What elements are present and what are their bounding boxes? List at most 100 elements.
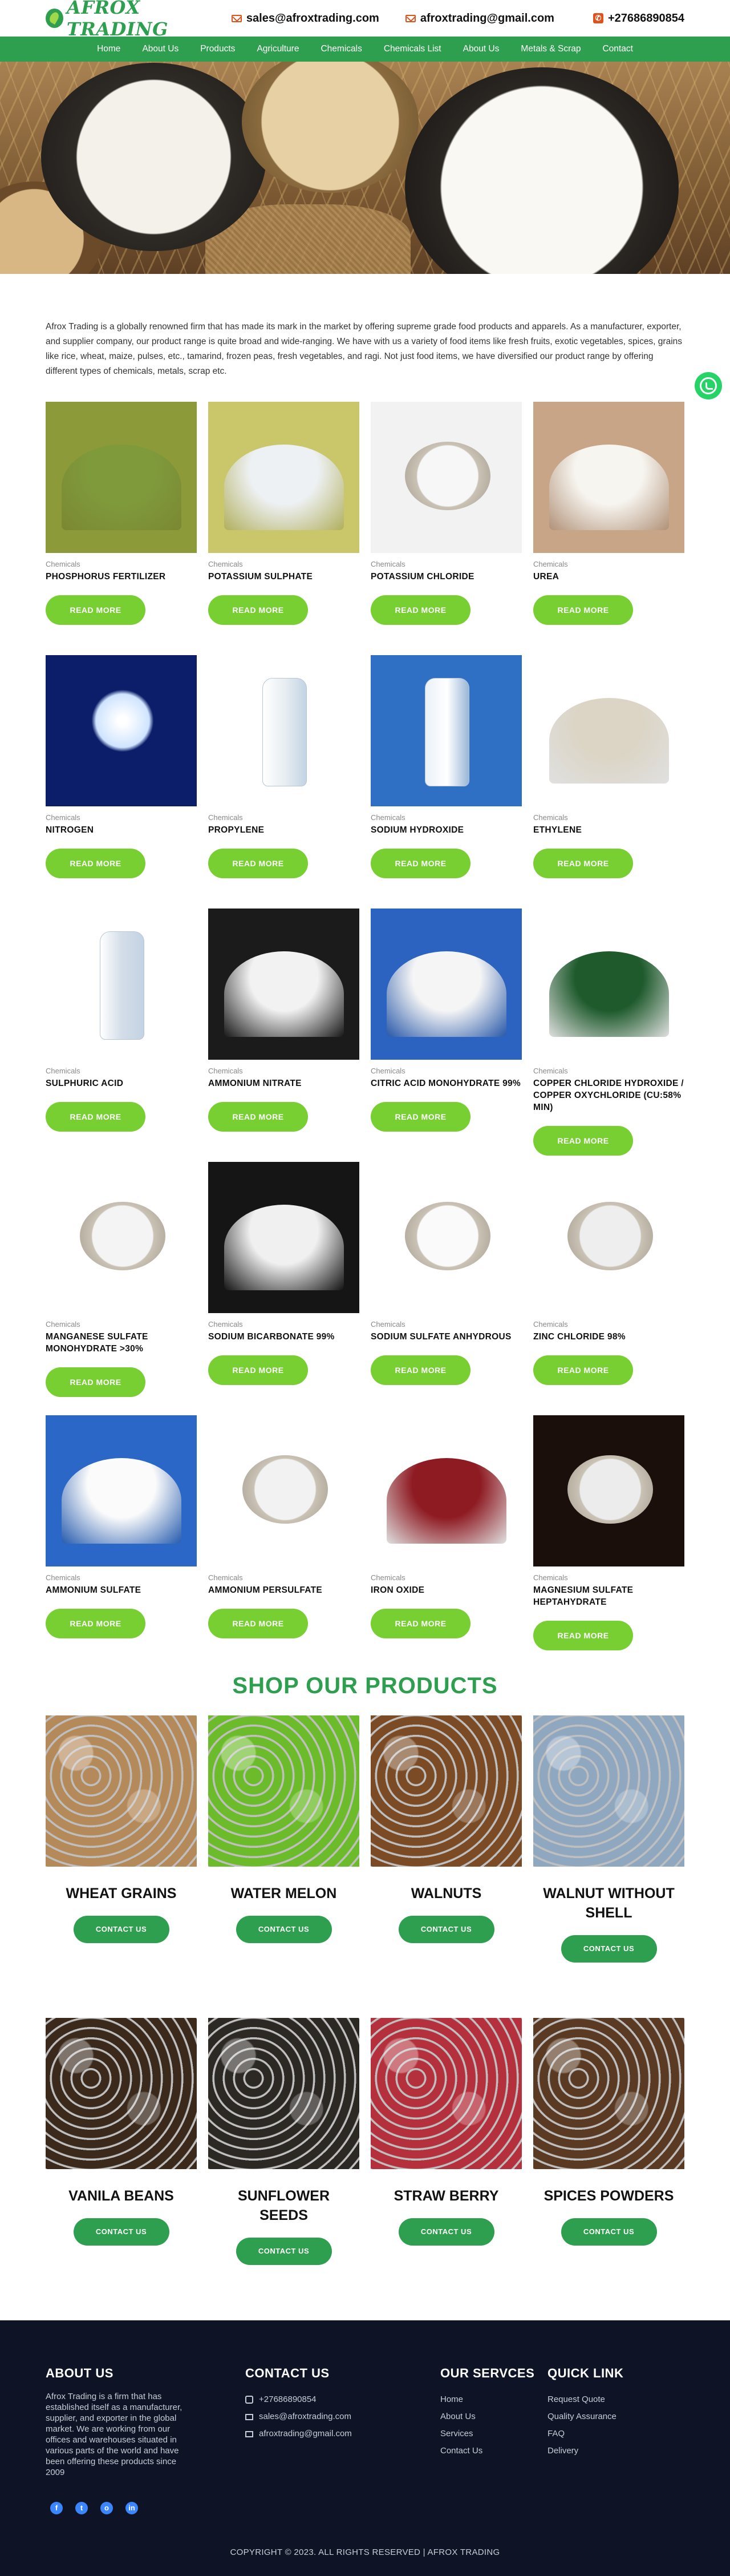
nav-item-products[interactable]: Products [189,37,246,62]
contact-us-button[interactable]: CONTACT US [73,1916,169,1943]
contact-us-button[interactable]: CONTACT US [73,2218,169,2246]
read-more-button[interactable]: READ MORE [46,595,145,625]
product-image[interactable] [46,1415,197,1566]
product-category[interactable]: Chemicals [533,813,684,822]
shop-product-image[interactable] [208,2018,359,2169]
footer-quick-link-delivery[interactable]: Delivery [548,2442,662,2460]
product-name[interactable]: ETHYLENE [533,824,684,836]
product-category[interactable]: Chemicals [371,1067,522,1075]
product-image[interactable] [371,909,522,1060]
product-image[interactable] [371,1415,522,1566]
read-more-button[interactable]: READ MORE [46,1102,145,1132]
read-more-button[interactable]: READ MORE [533,1126,633,1156]
shop-product-image[interactable] [46,2018,197,2169]
footer-services-link-home[interactable]: Home [440,2391,537,2408]
product-name[interactable]: CITRIC ACID MONOHYDRATE 99% [371,1077,522,1089]
nav-item-metals-scrap[interactable]: Metals & Scrap [510,37,591,62]
product-image[interactable] [371,655,522,806]
shop-product-image[interactable] [208,1715,359,1867]
product-image[interactable] [208,655,359,806]
read-more-button[interactable]: READ MORE [46,1367,145,1397]
read-more-button[interactable]: READ MORE [533,849,633,878]
product-name[interactable]: SODIUM BICARBONATE 99% [208,1331,359,1343]
product-category[interactable]: Chemicals [208,1573,359,1582]
nav-item-about-us-2[interactable]: About Us [452,37,510,62]
product-name[interactable]: SULPHURIC ACID [46,1077,197,1089]
product-image[interactable] [46,655,197,806]
facebook-icon[interactable]: f [50,2502,63,2514]
shop-product-image[interactable] [371,1715,522,1867]
read-more-button[interactable]: READ MORE [208,595,308,625]
product-image[interactable] [46,1162,197,1313]
read-more-button[interactable]: READ MORE [533,595,633,625]
product-name[interactable]: COPPER CHLORIDE HYDROXIDE / COPPER OXYCH… [533,1077,684,1113]
product-image[interactable] [371,1162,522,1313]
product-name[interactable]: ZINC CHLORIDE 98% [533,1331,684,1343]
footer-services-link-about-us[interactable]: About Us [440,2408,537,2425]
product-image[interactable] [371,402,522,553]
site-logo[interactable]: AFROX TRADING [46,0,232,40]
product-category[interactable]: Chemicals [208,813,359,822]
nav-item-chemicals-list[interactable]: Chemicals List [373,37,452,62]
product-name[interactable]: AMMONIUM NITRATE [208,1077,359,1089]
read-more-button[interactable]: READ MORE [371,595,471,625]
product-image[interactable] [533,1415,684,1566]
shop-product-image[interactable] [533,1715,684,1867]
instagram-icon[interactable]: o [100,2502,113,2514]
product-category[interactable]: Chemicals [533,1573,684,1582]
read-more-button[interactable]: READ MORE [533,1621,633,1650]
product-name[interactable]: PROPYLENE [208,824,359,836]
read-more-button[interactable]: READ MORE [371,1355,471,1385]
product-name[interactable]: UREA [533,571,684,583]
footer-email-primary[interactable]: sales@afroxtrading.com [245,2408,394,2425]
footer-email-secondary[interactable]: afroxtrading@gmail.com [245,2425,394,2442]
read-more-button[interactable]: READ MORE [533,1355,633,1385]
nav-item-about-us[interactable]: About Us [131,37,189,62]
nav-item-contact[interactable]: Contact [591,37,643,62]
product-category[interactable]: Chemicals [208,560,359,568]
product-category[interactable]: Chemicals [46,560,197,568]
product-category[interactable]: Chemicals [46,1573,197,1582]
read-more-button[interactable]: READ MORE [208,849,308,878]
contact-us-button[interactable]: CONTACT US [561,1935,657,1963]
contact-us-button[interactable]: CONTACT US [561,2218,657,2246]
read-more-button[interactable]: READ MORE [371,1609,471,1638]
product-image[interactable] [208,909,359,1060]
shop-product-image[interactable] [371,2018,522,2169]
product-category[interactable]: Chemicals [208,1067,359,1075]
product-category[interactable]: Chemicals [533,1067,684,1075]
twitter-icon[interactable]: t [75,2502,88,2514]
header-email-primary[interactable]: sales@afroxtrading.com [231,12,379,25]
nav-item-chemicals[interactable]: Chemicals [310,37,372,62]
product-category[interactable]: Chemicals [46,1320,197,1329]
product-name[interactable]: AMMONIUM SULFATE [46,1584,197,1596]
read-more-button[interactable]: READ MORE [208,1355,308,1385]
product-category[interactable]: Chemicals [371,1573,522,1582]
product-category[interactable]: Chemicals [46,813,197,822]
linkedin-icon[interactable]: in [125,2502,138,2514]
footer-quick-link-faq[interactable]: FAQ [548,2425,662,2442]
product-image[interactable] [46,402,197,553]
read-more-button[interactable]: READ MORE [46,849,145,878]
contact-us-button[interactable]: CONTACT US [398,2218,494,2246]
product-name[interactable]: POTASSIUM SULPHATE [208,571,359,583]
product-category[interactable]: Chemicals [371,560,522,568]
header-phone[interactable]: ✆ +27686890854 [593,12,684,25]
read-more-button[interactable]: READ MORE [208,1609,308,1638]
shop-product-image[interactable] [46,1715,197,1867]
footer-phone[interactable]: +27686890854 [245,2391,394,2408]
product-image[interactable] [208,1415,359,1566]
header-email-secondary[interactable]: afroxtrading@gmail.com [405,12,554,25]
product-name[interactable]: POTASSIUM CHLORIDE [371,571,522,583]
product-image[interactable] [533,1162,684,1313]
product-name[interactable]: NITROGEN [46,824,197,836]
contact-us-button[interactable]: CONTACT US [236,2238,332,2265]
nav-item-home[interactable]: Home [86,37,131,62]
product-image[interactable] [46,909,197,1060]
footer-services-link-services[interactable]: Services [440,2425,537,2442]
product-name[interactable]: SODIUM SULFATE ANHYDROUS [371,1331,522,1343]
read-more-button[interactable]: READ MORE [371,849,471,878]
footer-quick-link-quality-assurance[interactable]: Quality Assurance [548,2408,662,2425]
read-more-button[interactable]: READ MORE [208,1102,308,1132]
product-name[interactable]: PHOSPHORUS FERTILIZER [46,571,197,583]
